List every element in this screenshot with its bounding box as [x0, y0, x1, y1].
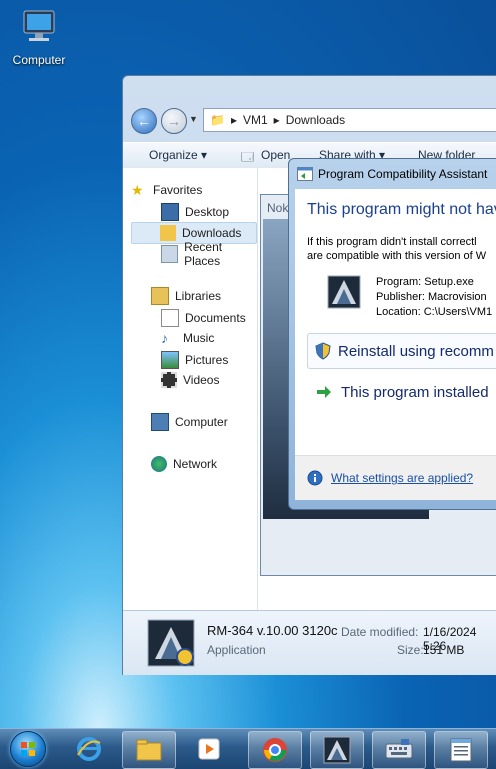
address-bar[interactable]: 📁 ▸ VM1 ▸ Downloads	[203, 108, 496, 132]
desktop-computer-icon[interactable]: Computer	[6, 8, 72, 67]
folder-icon	[136, 739, 162, 761]
desktop-computer-label: Computer	[12, 53, 66, 67]
monitor-icon	[23, 10, 55, 41]
nav-desktop[interactable]: Desktop	[161, 202, 229, 222]
setup-application-icon	[147, 619, 195, 667]
details-file-type: Application	[207, 643, 266, 657]
chrome-taskbar-button[interactable]	[248, 731, 302, 769]
pca-location: Location: C:\Users\VM1	[376, 306, 493, 318]
program-compatibility-dialog: Program Compatibility Assistant This pro…	[288, 158, 496, 510]
installer-window-title: Nok	[267, 201, 289, 215]
details-size-value: 151 MB	[423, 643, 465, 657]
nav-computer[interactable]: Computer	[151, 412, 228, 432]
media-player-button[interactable]	[192, 733, 226, 765]
nav-pictures[interactable]: Pictures	[161, 350, 228, 370]
pca-window-icon	[297, 167, 313, 181]
green-arrow-icon	[317, 386, 331, 398]
breadcrumb-downloads[interactable]: Downloads	[286, 113, 345, 127]
navigation-pane: ★ Favorites Desktop Downloads Recent Pla…	[123, 168, 258, 610]
videos-film-icon	[161, 372, 177, 388]
uac-shield-icon	[315, 342, 331, 360]
reinstall-label: Reinstall using recomm	[338, 342, 494, 360]
taskbar	[0, 728, 496, 769]
documents-icon	[161, 309, 179, 327]
pca-title-bar: Program Compatibility Assistant	[297, 167, 487, 181]
program-installed-correctly-option[interactable]: This program installed	[307, 375, 496, 409]
internet-explorer-button[interactable]	[72, 733, 106, 765]
open-button-icon: 🗔	[241, 150, 255, 164]
pca-publisher: Publisher: Macrovision	[376, 291, 487, 303]
network-icon	[151, 456, 167, 472]
notepad-taskbar-button[interactable]	[434, 731, 488, 769]
libraries-icon	[151, 287, 169, 305]
what-settings-link[interactable]: What settings are applied?	[331, 471, 473, 485]
breadcrumb-separator-icon: ▸	[230, 113, 237, 127]
recent-places-icon	[161, 245, 179, 263]
downloads-folder-icon	[160, 225, 176, 241]
notepad-icon	[450, 738, 472, 762]
back-button[interactable]: ←	[131, 108, 157, 134]
open-button[interactable]: Open	[261, 148, 290, 162]
pca-program: Program: Setup.exe	[376, 276, 474, 288]
pca-footer: What settings are applied?	[295, 455, 496, 500]
pca-message-line2: are compatible with this version of W	[307, 250, 487, 262]
installed-label: This program installed	[341, 383, 489, 401]
star-icon: ★	[131, 182, 144, 198]
details-pane: RM-364 v.10.00 3120c Application Date mo…	[123, 610, 496, 675]
computer-icon	[151, 413, 169, 431]
pictures-icon	[161, 351, 179, 369]
address-row: ← → ▼ 📁 ▸ VM1 ▸ Downloads	[131, 106, 496, 136]
nav-videos[interactable]: Videos	[161, 370, 219, 390]
details-date-label: Date modified:	[341, 625, 419, 639]
nav-documents[interactable]: Documents	[161, 308, 246, 328]
windows-logo-icon	[21, 742, 35, 756]
details-file-name: RM-364 v.10.00 3120c	[207, 623, 338, 638]
setup-program-icon	[323, 736, 351, 764]
info-icon	[307, 470, 323, 486]
start-button[interactable]	[10, 731, 46, 767]
nav-libraries[interactable]: Libraries	[151, 286, 221, 306]
reinstall-recommended-settings-option[interactable]: Reinstall using recomm	[307, 333, 496, 369]
breadcrumb-vm1[interactable]: VM1	[243, 113, 268, 127]
pca-message-line1: If this program didn't install correctl	[307, 236, 477, 248]
desktop-icon	[161, 203, 179, 221]
nav-favorites[interactable]: ★ Favorites	[131, 180, 202, 200]
recent-pages-dropdown[interactable]: ▼	[189, 114, 198, 124]
chrome-icon	[263, 738, 287, 762]
pca-body: This program might not hav If this progr…	[295, 189, 496, 485]
setup-taskbar-button[interactable]	[310, 731, 364, 769]
internet-explorer-icon	[77, 737, 101, 761]
what-settings-row: What settings are applied?	[307, 470, 473, 486]
details-size-label: Size:	[397, 643, 424, 657]
breadcrumb-separator-icon: ▸	[273, 113, 280, 127]
nav-music[interactable]: ♪ Music	[161, 328, 214, 348]
nav-network[interactable]: Network	[151, 454, 217, 474]
nav-recent-places[interactable]: Recent Places	[161, 240, 257, 268]
pca-title: Program Compatibility Assistant	[318, 167, 488, 181]
explorer-taskbar-button[interactable]	[122, 731, 176, 769]
onscreen-keyboard-taskbar-button[interactable]	[372, 731, 426, 769]
keyboard-icon	[385, 739, 413, 759]
pca-heading: This program might not hav	[307, 201, 496, 218]
forward-button[interactable]: →	[161, 108, 187, 134]
organize-button[interactable]: Organize ▾	[149, 148, 207, 162]
music-note-icon: ♪	[161, 330, 168, 346]
folder-icon: 📁	[210, 113, 225, 127]
media-player-icon	[198, 738, 220, 760]
setup-program-icon	[327, 275, 361, 309]
